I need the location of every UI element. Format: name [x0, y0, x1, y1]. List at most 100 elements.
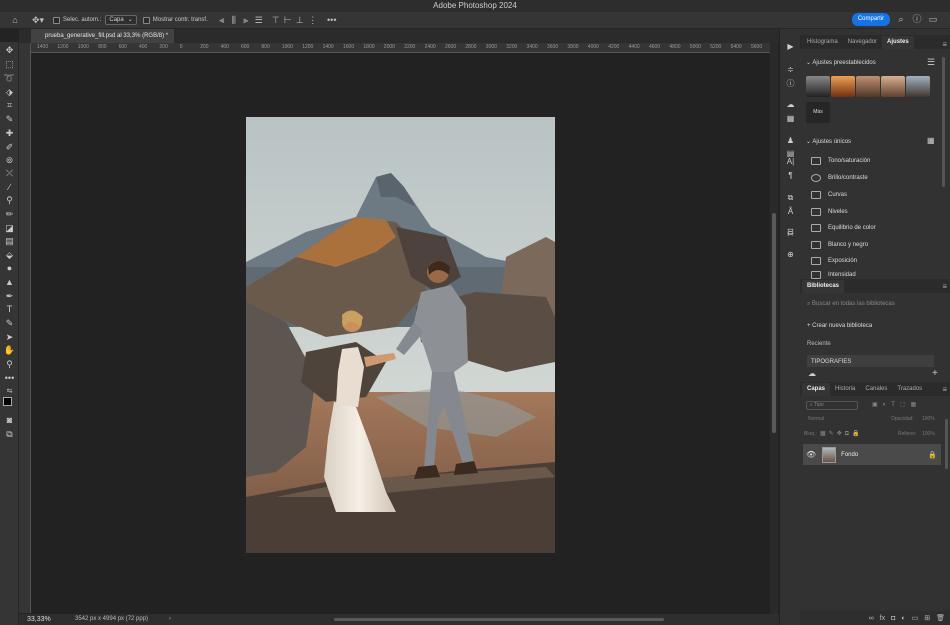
history-brush-icon[interactable]: ⤫ — [3, 168, 16, 179]
grid-view-icon[interactable]: ▦ — [927, 136, 935, 145]
eraser-tool-icon[interactable]: ◪ — [3, 223, 16, 234]
search-icon[interactable]: ⌕ — [896, 15, 906, 24]
help-icon[interactable]: ⓘ — [912, 15, 922, 24]
layer-select-dropdown[interactable]: Capa ⌄ — [105, 15, 137, 25]
document-image[interactable] — [246, 117, 555, 553]
glyphs-icon[interactable]: Å — [784, 207, 797, 217]
align-left-icon[interactable]: ⫷ — [216, 15, 228, 25]
canvas-area[interactable] — [31, 54, 770, 614]
adjustments-scrollbar[interactable] — [942, 57, 945, 187]
layer-style-icon[interactable]: fx — [880, 615, 885, 622]
new-group-icon[interactable]: ▭ — [912, 614, 919, 622]
paragraph-icon[interactable]: ¶ — [784, 171, 797, 181]
adjustment-layer-icon[interactable]: ◐ — [901, 615, 905, 622]
move-tool-icon[interactable]: ✥▾ — [31, 15, 45, 25]
layer-row[interactable]: 👁 Fondo 🔒 — [803, 444, 941, 465]
adj-hue-saturation[interactable]: Tono/saturación — [811, 154, 870, 168]
align-middle-icon[interactable]: ⊢ — [282, 15, 294, 25]
info-icon[interactable]: ⓘ — [784, 79, 797, 89]
eyedropper-icon[interactable]: ✎ — [3, 114, 16, 125]
screen-mode-icon[interactable]: ⧉ — [3, 429, 16, 440]
layer-filter-select[interactable]: ⌕ Tipo — [806, 401, 858, 410]
document-tab[interactable]: prueba_generative_fill.psd al 33,3% (RGB… — [31, 29, 175, 43]
swap-colors-icon[interactable]: ⇆ — [3, 386, 16, 397]
fill-value[interactable]: 100% — [922, 431, 935, 437]
table-icon[interactable]: ▦ — [784, 114, 797, 124]
new-layer-icon[interactable]: ⊞ — [924, 614, 930, 622]
lasso-tool-icon[interactable]: ➰ — [3, 73, 16, 84]
library-item[interactable]: TIPOGRAFIES — [807, 355, 934, 367]
link-layers-icon[interactable]: ∞ — [869, 615, 874, 622]
delete-layer-icon[interactable]: 🗑 — [936, 614, 945, 622]
preset-faded[interactable] — [881, 76, 905, 97]
visibility-eye-icon[interactable]: 👁 — [806, 450, 816, 459]
vertical-scroll-thumb[interactable] — [772, 213, 776, 433]
tab-navigator[interactable]: Navegador — [843, 36, 882, 49]
presets-header[interactable]: ⌄ Ajustes preestablecidos — [806, 59, 876, 66]
play-icon[interactable]: ▶ — [784, 42, 797, 52]
path-select-icon[interactable]: ✎ — [3, 318, 16, 329]
direct-select-icon[interactable]: ➤ — [3, 332, 16, 343]
tab-paths[interactable]: Trazados — [892, 383, 927, 396]
type-tool-icon[interactable]: T — [3, 304, 16, 315]
more-presets-button[interactable]: Más — [806, 102, 830, 123]
mixer-brush-icon[interactable]: ∕ — [3, 182, 16, 193]
object-select-icon[interactable]: ⬗ — [3, 87, 16, 98]
healing-brush-icon[interactable]: ✚ — [3, 128, 16, 139]
preset-sepia[interactable] — [856, 76, 880, 97]
gradient-tool-icon[interactable]: ▤ — [3, 236, 16, 247]
adj-vibrance[interactable]: Intensidad — [811, 270, 856, 279]
layers-scrollbar[interactable] — [945, 419, 948, 469]
more-tools-icon[interactable]: ••• — [3, 373, 16, 384]
add-library-icon[interactable]: + — [932, 368, 938, 379]
zoom-tool-icon[interactable]: ⚲ — [3, 359, 16, 370]
home-icon[interactable]: ⌂ — [9, 15, 21, 25]
panel-menu-icon[interactable]: ≡ — [942, 40, 947, 49]
tab-channels[interactable]: Canales — [860, 383, 892, 396]
align-right-icon[interactable]: ⫸ — [240, 15, 252, 25]
plugin-icon[interactable]: ⊕ — [784, 250, 797, 260]
pencil-tool-icon[interactable]: ✏ — [3, 209, 16, 220]
layers-menu-icon[interactable]: ≡ — [942, 385, 947, 394]
pen-tool-icon[interactable]: ✒ — [3, 291, 16, 302]
foreground-color-swatch[interactable] — [3, 397, 12, 406]
distribute-icon[interactable]: ☰ — [252, 15, 266, 25]
paint-bucket-icon[interactable]: ⬙ — [3, 250, 16, 261]
blend-mode-select[interactable]: Normal — [806, 416, 878, 425]
libraries-search[interactable]: ⌕ Buscar en todas las bibliotecas — [807, 301, 895, 308]
tab-histogram[interactable]: Histograma — [802, 36, 843, 49]
brush-tool-icon[interactable]: ✐ — [3, 142, 16, 153]
properties-icon[interactable]: ≑ — [784, 65, 797, 75]
auto-select-checkbox[interactable]: Selec. autom.: — [53, 12, 101, 29]
adj-color-balance[interactable]: Equilibrio de color — [811, 221, 876, 235]
stamp-tool-icon[interactable]: ⊚ — [3, 155, 16, 166]
adj-curves[interactable]: Curvas — [811, 188, 847, 202]
adj-black-white[interactable]: Blanco y negro — [811, 238, 868, 252]
document-size-info[interactable]: 3542 px x 4994 px (72 ppp) — [75, 614, 148, 625]
people-icon[interactable]: ♟ — [784, 136, 797, 146]
layer-name[interactable]: Fondo — [841, 452, 858, 458]
sharpen-tool-icon[interactable]: ▲ — [3, 277, 16, 288]
quick-mask-icon[interactable]: ◙ — [3, 415, 16, 426]
clone-stamp-icon[interactable]: ⚲ — [3, 195, 16, 206]
more-options-icon[interactable]: ••• — [326, 15, 338, 25]
align-bottom-icon[interactable]: ⊥ — [294, 15, 306, 25]
crop-tool-icon[interactable]: ⌗ — [3, 100, 16, 111]
status-chevron-icon[interactable]: › — [169, 614, 171, 625]
tab-layers[interactable]: Capas — [802, 382, 831, 396]
move-tool-icon[interactable]: ✥ — [3, 45, 16, 56]
horizontal-scroll-thumb[interactable] — [334, 618, 664, 621]
preset-cool[interactable] — [906, 76, 930, 97]
align-center-icon[interactable]: ⫼ — [228, 15, 240, 25]
opacity-value[interactable]: 100% — [922, 416, 935, 422]
character-icon[interactable]: A| — [784, 157, 797, 167]
preset-bw[interactable] — [806, 76, 830, 97]
layer-filter-icons[interactable]: ▣◐T⬚▦ — [872, 401, 921, 408]
distribute-vertical-icon[interactable]: ⋮ — [306, 15, 320, 25]
tab-libraries[interactable]: Bibliotecas — [802, 279, 845, 293]
tools-icon[interactable]: ✂ — [784, 230, 797, 240]
single-adjustments-header[interactable]: ⌄ Ajustes únicos — [806, 138, 851, 145]
align-top-icon[interactable]: ⊤ — [270, 15, 282, 25]
layer-comps-icon[interactable]: ⧉ — [784, 193, 797, 203]
share-button[interactable]: Compartir — [852, 13, 890, 26]
